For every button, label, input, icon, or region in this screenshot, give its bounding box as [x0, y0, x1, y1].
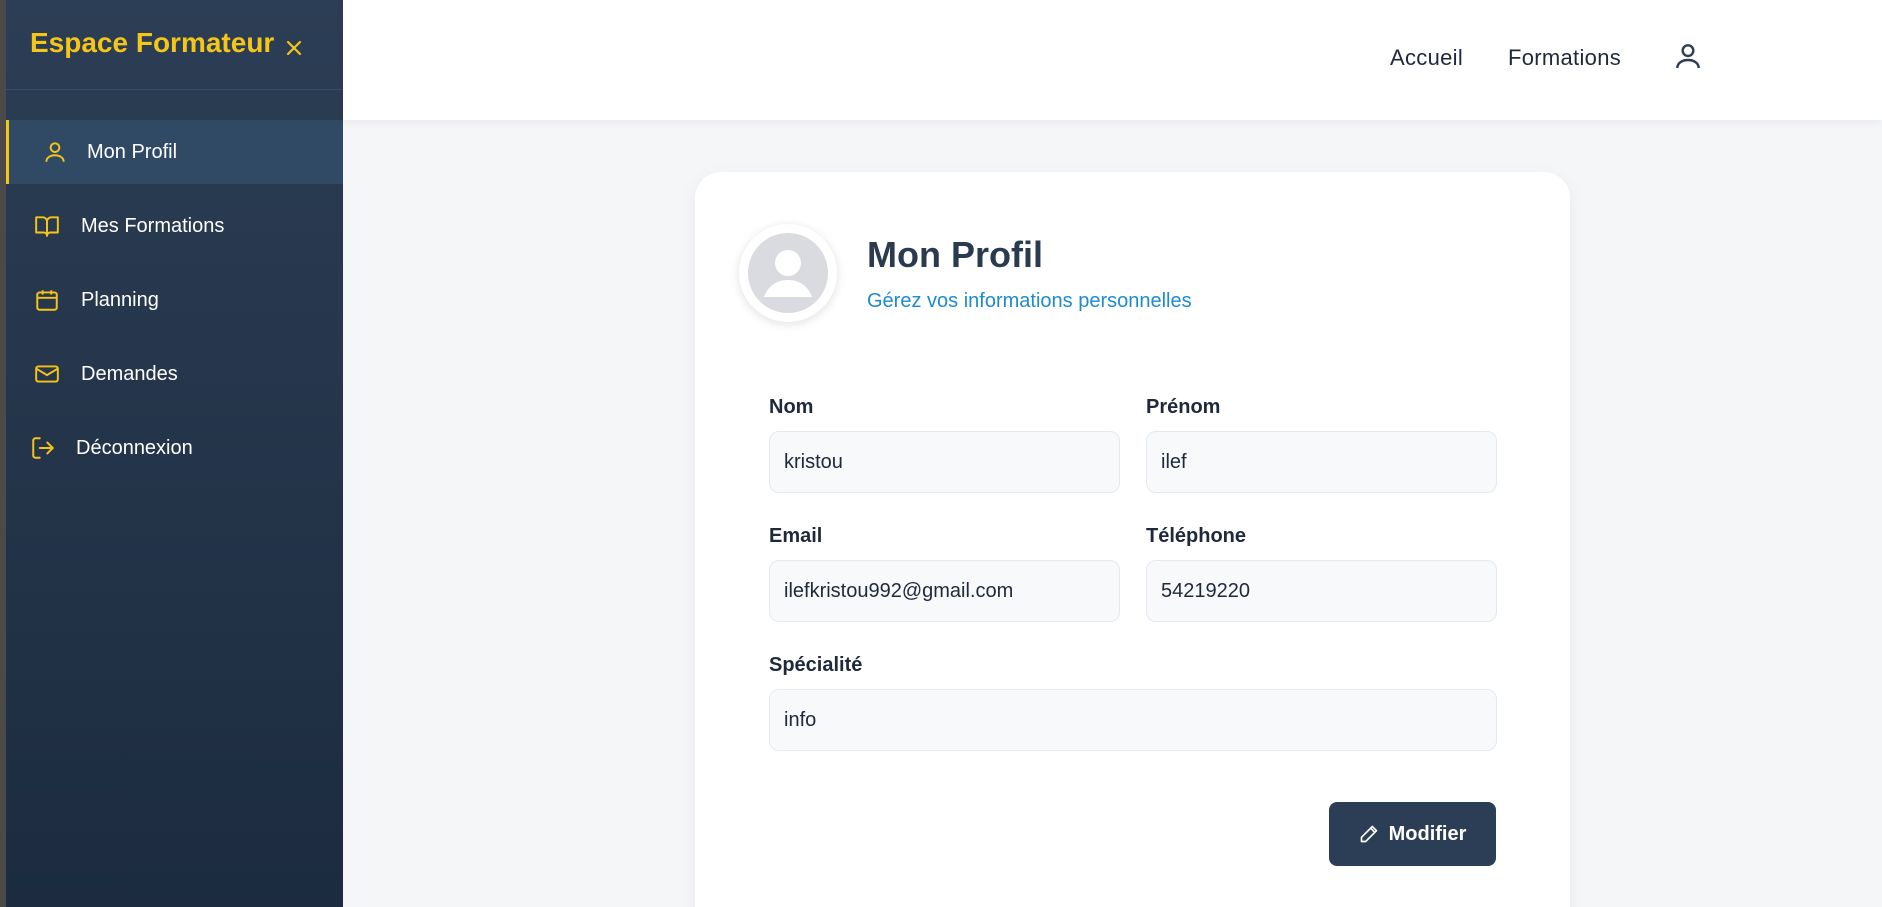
page-subtitle: Gérez vos informations personnelles — [867, 290, 1192, 312]
pencil-icon — [1360, 825, 1377, 843]
sidebar-item-deconnexion[interactable]: Déconnexion — [6, 416, 343, 480]
avatar-placeholder-icon — [748, 233, 828, 313]
modifier-button-label: Modifier — [1388, 822, 1467, 845]
sidebar-item-mes-formations[interactable]: Mes Formations — [6, 194, 343, 258]
prenom-field[interactable] — [1146, 431, 1497, 493]
specialite-label: Spécialité — [769, 654, 863, 676]
sidebar-item-label: Déconnexion — [76, 436, 193, 459]
nom-label: Nom — [769, 396, 814, 418]
email-field[interactable] — [769, 560, 1120, 622]
book-icon — [35, 216, 59, 237]
sidebar-item-label: Planning — [81, 288, 159, 311]
mail-icon — [35, 365, 59, 383]
sidebar-header: Espace Formateur — [6, 0, 343, 90]
sidebar-item-planning[interactable]: Planning — [6, 268, 343, 332]
sidebar-title: Espace Formateur — [30, 27, 275, 58]
telephone-label: Téléphone — [1146, 525, 1247, 547]
sidebar-item-label: Mes Formations — [81, 214, 225, 237]
telephone-field[interactable] — [1146, 560, 1497, 622]
sidebar-item-demandes[interactable]: Demandes — [6, 342, 343, 406]
modifier-button[interactable]: Modifier — [1329, 802, 1496, 866]
close-icon[interactable] — [284, 38, 304, 58]
user-icon — [45, 142, 65, 162]
profile-card: Mon Profil Gérez vos informations person… — [695, 172, 1570, 907]
avatar — [739, 224, 837, 322]
user-icon[interactable] — [1672, 40, 1704, 72]
logout-icon — [32, 437, 54, 459]
nom-field[interactable] — [769, 431, 1120, 493]
sidebar-nav: Mon Profil Mes Formations Planning Deman… — [6, 120, 343, 480]
sidebar-item-label: Mon Profil — [87, 140, 178, 163]
sidebar-item-mon-profil[interactable]: Mon Profil — [6, 120, 343, 184]
calendar-icon — [36, 290, 58, 311]
prenom-label: Prénom — [1146, 396, 1221, 418]
nav-link-accueil[interactable]: Accueil — [1390, 45, 1463, 71]
specialite-field[interactable] — [769, 689, 1497, 751]
top-navbar: Accueil Formations — [343, 0, 1882, 120]
sidebar: Espace Formateur Mon Profil Mes Formatio… — [0, 0, 343, 907]
email-label: Email — [769, 525, 823, 547]
page-title: Mon Profil — [867, 234, 1043, 275]
sidebar-item-label: Demandes — [81, 362, 178, 385]
nav-link-formations[interactable]: Formations — [1508, 45, 1621, 71]
